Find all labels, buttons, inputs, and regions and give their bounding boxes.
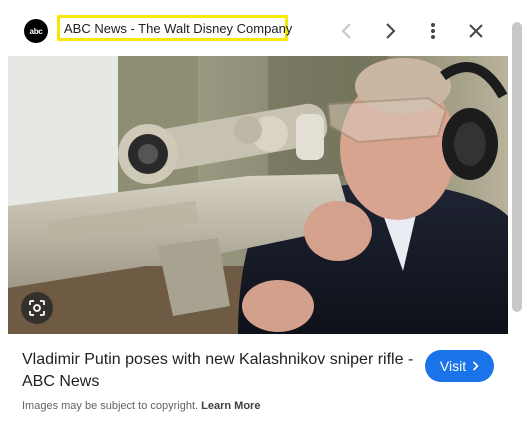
next-button[interactable] — [377, 18, 403, 44]
source-logo-text: abc — [29, 26, 43, 36]
learn-more-link[interactable]: Learn More — [201, 400, 260, 412]
source-title-highlight: ABC News - The Walt Disney Company — [57, 15, 292, 41]
more-vert-icon — [431, 23, 435, 39]
visit-label: Visit — [439, 358, 467, 374]
chevron-left-icon — [341, 23, 351, 39]
photo-scene — [8, 56, 508, 334]
more-options-button[interactable] — [420, 18, 446, 44]
google-lens-icon — [29, 300, 45, 316]
image-title[interactable]: Vladimir Putin poses with new Kalashniko… — [22, 349, 420, 393]
close-icon — [469, 24, 483, 38]
source-logo[interactable]: abc — [24, 19, 48, 43]
chevron-right-icon — [473, 361, 479, 371]
source-title[interactable]: ABC News - The Walt Disney Company — [64, 21, 292, 36]
lens-search-button[interactable] — [21, 292, 53, 324]
image-preview-panel: abc ABC News - The Walt Disney Company V… — [0, 0, 530, 426]
scrollbar-thumb[interactable] — [512, 22, 522, 312]
close-button[interactable] — [463, 18, 489, 44]
prev-button[interactable] — [334, 18, 360, 44]
copyright-text: Images may be subject to copyright. — [22, 400, 199, 412]
preview-image[interactable] — [8, 56, 508, 334]
visit-button[interactable]: Visit — [425, 350, 494, 382]
chevron-right-icon — [386, 23, 396, 39]
preview-header: abc ABC News - The Walt Disney Company — [0, 0, 512, 56]
copyright-notice: Images may be subject to copyright. Lear… — [22, 400, 260, 412]
